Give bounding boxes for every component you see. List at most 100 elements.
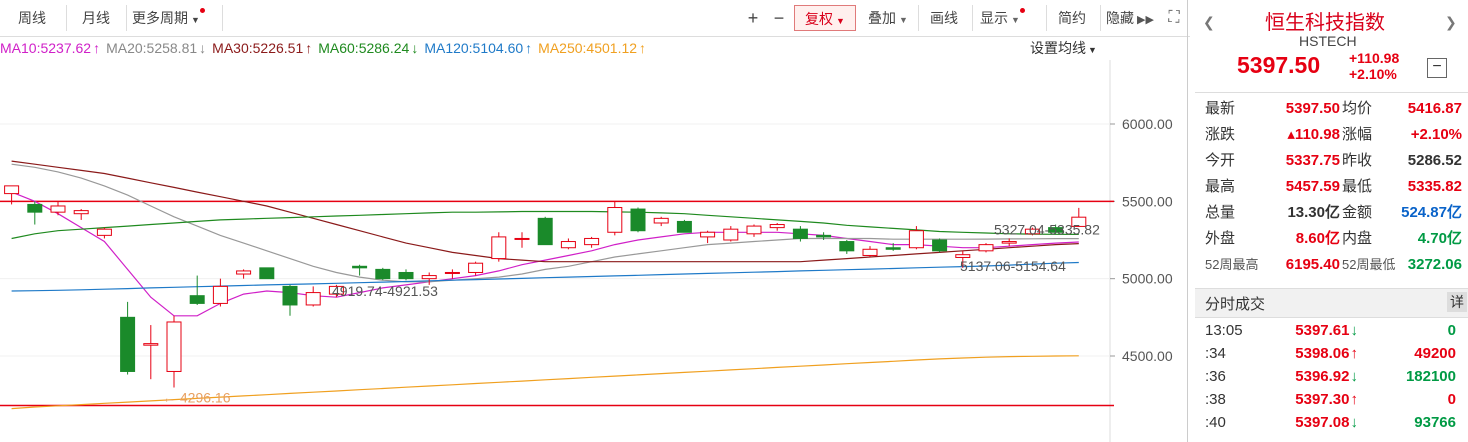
ma-legend-item: MA250:4501.12 ↑ — [538, 40, 647, 56]
candle-body — [444, 271, 460, 274]
candle — [444, 269, 460, 279]
tick-volume: 49200 — [1414, 345, 1456, 362]
quote-row: 最高 5457.59 最低 5335.82 — [1195, 174, 1468, 200]
index-name: 恒生科技指数 — [1265, 12, 1385, 34]
candle — [584, 236, 600, 248]
divider — [972, 5, 973, 31]
candle — [630, 207, 646, 233]
divider — [126, 5, 127, 31]
double-chevron-right-icon: ▶▶ — [1137, 14, 1154, 26]
tick-row: :36 5396.92↓ 182100 — [1195, 366, 1468, 388]
candle — [491, 232, 507, 262]
range-label: 5327.04-5335.82 — [994, 221, 1100, 237]
candle-body — [166, 321, 182, 372]
candle-body — [259, 267, 275, 280]
tab-week[interactable]: 周线 — [10, 5, 54, 31]
compact-button[interactable]: 简约 — [1054, 5, 1090, 31]
quote-label: 今开 — [1205, 152, 1236, 169]
candle-body — [885, 247, 901, 250]
candle-body — [120, 316, 136, 372]
candle-body — [839, 241, 855, 252]
quote-label: 涨跌 — [1205, 126, 1236, 143]
candle — [352, 264, 368, 276]
quote-label: 最低 — [1342, 178, 1373, 195]
tick-price-value: 5397.08 — [1295, 414, 1350, 431]
quote-value: 3272.06 — [1407, 256, 1462, 273]
fullscreen-icon[interactable]: ⛶ — [1164, 5, 1184, 31]
candle-body — [514, 237, 530, 240]
candle — [27, 201, 43, 225]
quote-value: 5286.52 — [1407, 152, 1462, 169]
candle-body — [143, 343, 159, 346]
candle-body — [723, 228, 739, 241]
candle — [839, 240, 855, 254]
candle — [537, 216, 553, 246]
candle — [189, 275, 205, 305]
quote-row: 涨跌 ▴110.98 涨幅 +2.10% — [1195, 122, 1468, 148]
draw-line-button[interactable]: 画线 — [926, 5, 962, 31]
restore-rights-dropdown[interactable]: 复权 ▼ — [794, 5, 856, 31]
candle-body — [212, 285, 228, 304]
hide-button[interactable]: 隐藏 ▶▶ — [1106, 5, 1162, 31]
set-ma-dropdown[interactable]: 设置均线 ▼ — [1030, 38, 1097, 60]
candle — [212, 278, 228, 307]
candle-body — [282, 285, 298, 306]
candlestick-chart[interactable]: 6000.00 5500.00 5000.00 4500.00 ← 4296.16 491… — [0, 60, 1186, 442]
candle-body — [1001, 241, 1017, 244]
panel-divider — [1187, 0, 1188, 442]
display-dropdown[interactable]: 显示 ▼ — [980, 5, 1042, 31]
candle-body — [560, 241, 576, 249]
arrow-down-icon: ↓ — [199, 40, 207, 56]
chevron-right-icon[interactable]: ❯ — [1445, 14, 1457, 31]
tick-price: 5397.61↓ — [1295, 320, 1358, 342]
more-periods-label: 更多周期 — [132, 10, 188, 26]
quote-label: 均价 — [1342, 100, 1373, 117]
candle-body — [189, 295, 205, 304]
quote-label: 52周最高 — [1205, 257, 1259, 272]
candle-body — [537, 217, 553, 246]
tick-price: 5397.08↓ — [1295, 412, 1358, 434]
ma-line-ma120 — [11, 261, 1079, 292]
tick-price-value: 5396.92 — [1295, 368, 1350, 385]
notification-dot — [1019, 8, 1025, 13]
range-label: 4919.74-4921.53 — [332, 283, 438, 299]
candle — [723, 226, 739, 242]
candle — [978, 243, 994, 253]
candle — [166, 315, 182, 388]
arrow-up-icon: ↑ — [305, 40, 313, 56]
tab-month[interactable]: 月线 — [74, 5, 118, 31]
candle-body — [305, 292, 321, 306]
price-change: +110.98 +2.10% — [1349, 50, 1399, 82]
caret-down-icon: ▼ — [1088, 45, 1097, 55]
arrow-up-icon: ↑ — [93, 40, 101, 56]
notification-dot — [199, 8, 205, 13]
divider — [1195, 92, 1468, 93]
tick-price: 5396.92↓ — [1295, 366, 1358, 388]
caret-down-icon: ▼ — [1011, 15, 1020, 25]
candle-body — [27, 203, 43, 213]
zoom-out-button[interactable]: − — [768, 5, 790, 31]
arrow-up-icon: ↑ — [639, 40, 647, 56]
minimize-button[interactable]: − — [1427, 58, 1447, 78]
chevron-left-icon[interactable]: ❮ — [1203, 14, 1215, 31]
candle-body — [236, 270, 252, 275]
detail-button[interactable]: 详 — [1447, 292, 1467, 312]
tick-volume: 0 — [1447, 322, 1456, 339]
candle-body — [769, 224, 785, 229]
ma-legend: MA10:5237.62 ↑ MA20:5258.81 ↓ MA30:5226.51 ↑ M… — [0, 38, 652, 58]
candle-body — [491, 236, 507, 260]
quote-row: 今开 5337.75 昨收 5286.52 — [1195, 148, 1468, 174]
quote-value: 5416.87 — [1407, 100, 1462, 117]
quote-row: 52周最高 6195.40 52周最低 3272.06 — [1195, 252, 1468, 278]
arrow-down-icon: ↓ — [1350, 322, 1359, 339]
overlay-dropdown[interactable]: 叠加 ▼ — [862, 5, 914, 31]
quote-label: 最新 — [1205, 100, 1236, 117]
candle — [50, 201, 66, 216]
candle — [700, 230, 716, 244]
zoom-in-button[interactable]: + — [742, 5, 764, 31]
tick-row: :40 5397.08↓ 93766 — [1195, 412, 1468, 434]
tick-row: 13:05 5397.61↓ 0 — [1195, 320, 1468, 342]
more-periods-dropdown[interactable]: 更多周期 ▼ — [132, 5, 218, 31]
quote-value: +2.10% — [1410, 126, 1462, 143]
candle-body — [584, 237, 600, 246]
